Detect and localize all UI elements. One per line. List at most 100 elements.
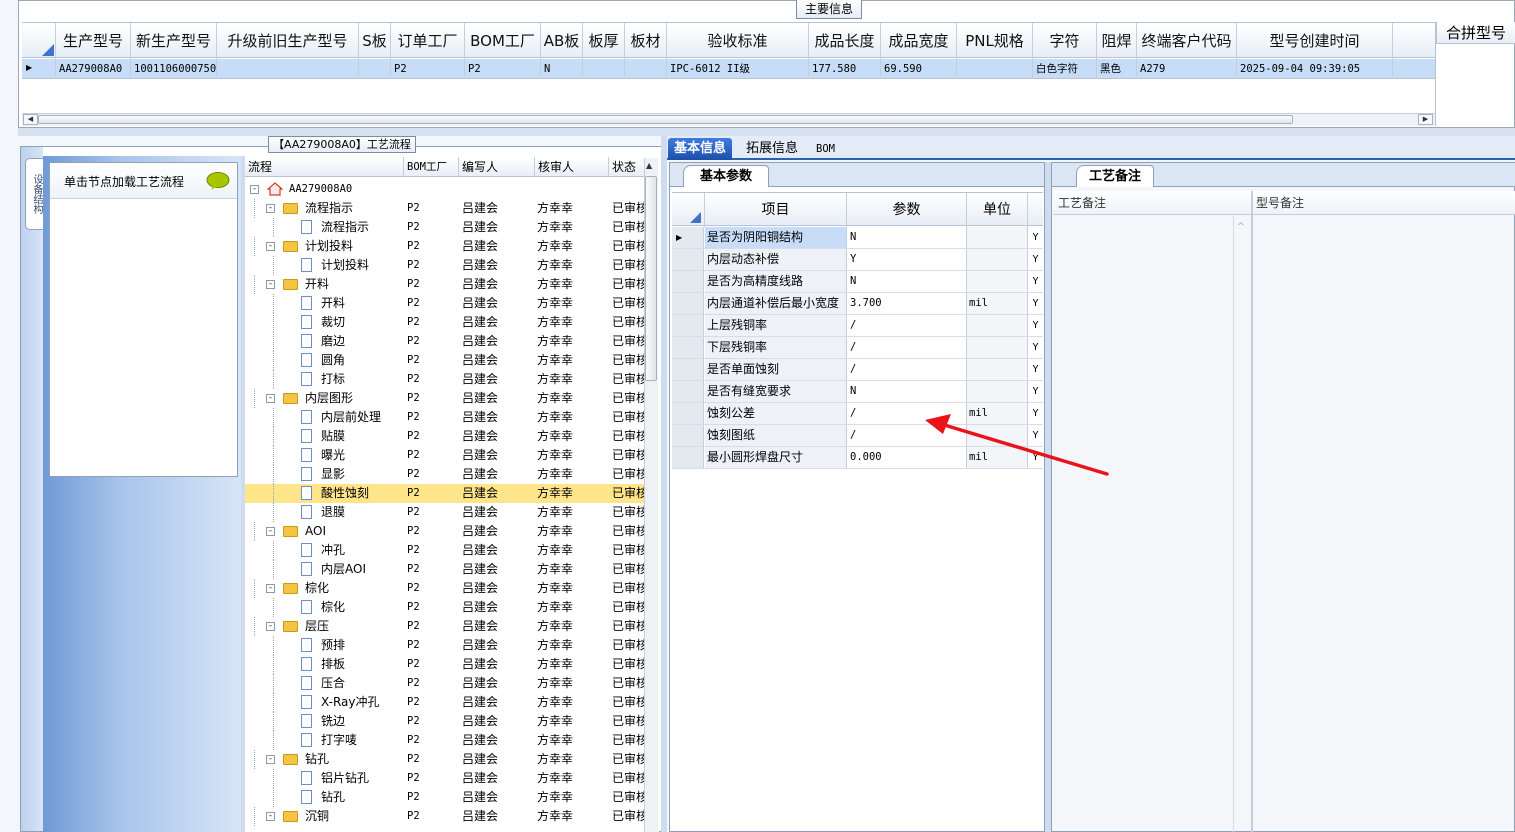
main-info-row[interactable]: ▶ AA279008A0 10011060007506 P2 P2 N IPC-6012 … bbox=[22, 59, 1435, 79]
main-info-col-header[interactable]: 终端客户代码 bbox=[1137, 23, 1237, 59]
main-info-cell[interactable]: AA279008A0 bbox=[56, 59, 131, 79]
scroll-left-button[interactable]: ◀ bbox=[23, 114, 38, 125]
main-info-col-header[interactable]: BOM工厂 bbox=[465, 23, 541, 59]
param-row[interactable]: 内层通道补偿后最小宽度 3.700 mil Y bbox=[672, 293, 1043, 315]
main-info-cell[interactable] bbox=[359, 59, 391, 79]
tree-step-row[interactable]: 内层AOI P2 吕建会 方幸幸 已审核 bbox=[245, 560, 645, 579]
tree-step-row[interactable]: 贴膜 P2 吕建会 方幸幸 已审核 bbox=[245, 427, 645, 446]
collapse-toggle-icon[interactable]: - bbox=[266, 204, 275, 213]
collapse-toggle-icon[interactable]: - bbox=[266, 584, 275, 593]
param-row[interactable]: 下层残铜率 / Y bbox=[672, 337, 1043, 359]
main-info-col-header[interactable]: 生产型号 bbox=[56, 23, 131, 59]
col-param[interactable]: 参数 bbox=[847, 193, 967, 227]
tree-root-row[interactable]: - AA279008A0 bbox=[245, 180, 645, 199]
main-info-col-header[interactable]: 成品长度 bbox=[809, 23, 881, 59]
param-value[interactable]: / bbox=[847, 337, 967, 358]
hscroll-thumb[interactable] bbox=[38, 115, 1293, 124]
main-info-cell[interactable]: 2025-09-04 09:39:05 bbox=[1237, 59, 1393, 79]
main-info-col-header[interactable]: 新生产型号 bbox=[131, 23, 217, 59]
tree-step-row[interactable]: X-Ray冲孔 P2 吕建会 方幸幸 已审核 bbox=[245, 693, 645, 712]
main-info-cell[interactable]: 69.590 bbox=[881, 59, 957, 79]
tree-folder-row[interactable]: - 开料 P2 吕建会 方幸幸 已审核 bbox=[245, 275, 645, 294]
device-structure-tab[interactable]: 设备结构 bbox=[25, 158, 45, 230]
col-flow[interactable]: 流程 bbox=[245, 157, 404, 177]
main-info-cell[interactable] bbox=[217, 59, 359, 79]
tree-folder-row[interactable]: - 计划投料 P2 吕建会 方幸幸 已审核 bbox=[245, 237, 645, 256]
tree-folder-row[interactable]: - 层压 P2 吕建会 方幸幸 已审核 bbox=[245, 617, 645, 636]
collapse-toggle-icon[interactable]: - bbox=[266, 755, 275, 764]
collapse-toggle-icon[interactable]: - bbox=[266, 280, 275, 289]
tree-folder-row[interactable]: - 钻孔 P2 吕建会 方幸幸 已审核 bbox=[245, 750, 645, 769]
main-info-col-header[interactable]: 板材 bbox=[625, 23, 667, 59]
tree-step-row[interactable]: 棕化 P2 吕建会 方幸幸 已审核 bbox=[245, 598, 645, 617]
param-value[interactable]: N bbox=[847, 271, 967, 292]
param-value[interactable]: 3.700 bbox=[847, 293, 967, 314]
param-row[interactable]: 上层残铜率 / Y bbox=[672, 315, 1043, 337]
main-info-cell[interactable]: 10011060007506 bbox=[131, 59, 217, 79]
tree-step-row[interactable]: 预排 P2 吕建会 方幸幸 已审核 bbox=[245, 636, 645, 655]
tree-vscroll-thumb[interactable] bbox=[645, 176, 657, 381]
device-tree-box[interactable] bbox=[49, 162, 238, 477]
main-info-cell[interactable]: 黑色 bbox=[1097, 59, 1137, 79]
middle-vertical-splitter[interactable] bbox=[661, 136, 667, 832]
tab-extended-info[interactable]: 拓展信息 bbox=[740, 138, 804, 160]
tree-step-row[interactable]: 裁切 P2 吕建会 方幸幸 已审核 bbox=[245, 313, 645, 332]
tree-step-row[interactable]: 退膜 P2 吕建会 方幸幸 已审核 bbox=[245, 503, 645, 522]
scroll-up-icon[interactable]: ▲ bbox=[646, 161, 652, 170]
main-info-col-header[interactable]: S板 bbox=[359, 23, 391, 59]
param-row[interactable]: ▶ 是否为阴阳铜结构 N Y bbox=[672, 227, 1043, 249]
param-row[interactable]: 是否单面蚀刻 / Y bbox=[672, 359, 1043, 381]
main-info-cell[interactable]: 白色字符 bbox=[1033, 59, 1097, 79]
tree-step-row[interactable]: 圆角 P2 吕建会 方幸幸 已审核 bbox=[245, 351, 645, 370]
main-info-col-header[interactable]: PNL规格 bbox=[957, 23, 1033, 59]
col-process-note[interactable]: 工艺备注 bbox=[1055, 191, 1106, 215]
chat-bubble-icon[interactable] bbox=[206, 172, 230, 190]
tree-step-row[interactable]: 内层前处理 P2 吕建会 方幸幸 已审核 bbox=[245, 408, 645, 427]
tree-step-row[interactable]: 铣边 P2 吕建会 方幸幸 已审核 bbox=[245, 712, 645, 731]
collapse-toggle-icon[interactable]: - bbox=[250, 185, 259, 194]
main-info-cell[interactable]: IPC-6012 II级 bbox=[667, 59, 809, 79]
main-info-cell[interactable] bbox=[957, 59, 1033, 79]
col-status[interactable]: 状态 bbox=[609, 157, 645, 177]
collapse-toggle-icon[interactable]: - bbox=[266, 527, 275, 536]
main-info-cell[interactable] bbox=[583, 59, 625, 79]
main-info-col-header[interactable]: AB板 bbox=[541, 23, 583, 59]
main-info-cell[interactable]: A279 bbox=[1137, 59, 1237, 79]
main-info-cell[interactable]: N bbox=[541, 59, 583, 79]
tree-step-row[interactable]: 冲孔 P2 吕建会 方幸幸 已审核 bbox=[245, 541, 645, 560]
param-value[interactable]: / bbox=[847, 359, 967, 380]
tree-step-row[interactable]: 开料 P2 吕建会 方幸幸 已审核 bbox=[245, 294, 645, 313]
scroll-right-button[interactable]: ▶ bbox=[1418, 114, 1433, 125]
main-info-cell[interactable]: 177.580 bbox=[809, 59, 881, 79]
param-row[interactable]: 是否为高精度线路 N Y bbox=[672, 271, 1043, 293]
main-info-cell[interactable]: P2 bbox=[391, 59, 465, 79]
tree-folder-row[interactable]: - 沉铜 P2 吕建会 方幸幸 已审核 bbox=[245, 807, 645, 826]
tree-step-row[interactable]: 流程指示 P2 吕建会 方幸幸 已审核 bbox=[245, 218, 645, 237]
param-row[interactable]: 是否有缝宽要求 N Y bbox=[672, 381, 1043, 403]
tab-process-notes[interactable]: 工艺备注 bbox=[1076, 165, 1154, 187]
main-info-col-header[interactable]: 字符 bbox=[1033, 23, 1097, 59]
main-info-col-header[interactable]: 型号创建时间 bbox=[1237, 23, 1393, 59]
col-unit[interactable]: 单位 bbox=[967, 193, 1028, 227]
tree-step-row[interactable]: 曝光 P2 吕建会 方幸幸 已审核 bbox=[245, 446, 645, 465]
main-info-col-header[interactable]: 订单工厂 bbox=[391, 23, 465, 59]
main-info-cell[interactable] bbox=[625, 59, 667, 79]
tree-step-row[interactable]: 计划投料 P2 吕建会 方幸幸 已审核 bbox=[245, 256, 645, 275]
collapse-toggle-icon[interactable]: - bbox=[266, 242, 275, 251]
main-info-col-header[interactable]: 升级前旧生产型号 bbox=[217, 23, 359, 59]
tab-basic-info[interactable]: 基本信息 bbox=[668, 138, 733, 160]
tree-step-row[interactable]: 铝片钻孔 P2 吕建会 方幸幸 已审核 bbox=[245, 769, 645, 788]
merge-model-column-header[interactable]: 合拼型号 bbox=[1436, 22, 1515, 44]
tree-step-row[interactable]: 磨边 P2 吕建会 方幸幸 已审核 bbox=[245, 332, 645, 351]
param-value[interactable]: N bbox=[847, 381, 967, 402]
collapse-toggle-icon[interactable]: - bbox=[266, 394, 275, 403]
tab-bom[interactable]: BOM bbox=[810, 138, 841, 160]
tree-step-row[interactable]: 钻孔 P2 吕建会 方幸幸 已审核 bbox=[245, 788, 645, 807]
tab-basic-params[interactable]: 基本参数 bbox=[683, 165, 769, 187]
col-model-note[interactable]: 型号备注 bbox=[1253, 191, 1304, 215]
tree-step-row[interactable]: 压合 P2 吕建会 方幸幸 已审核 bbox=[245, 674, 645, 693]
col-bom-factory[interactable]: BOM工厂 bbox=[404, 157, 459, 177]
tree-step-row[interactable]: 酸性蚀刻 P2 吕建会 方幸幸 已审核 bbox=[245, 484, 645, 503]
tree-step-row[interactable]: 显影 P2 吕建会 方幸幸 已审核 bbox=[245, 465, 645, 484]
tree-folder-row[interactable]: - 棕化 P2 吕建会 方幸幸 已审核 bbox=[245, 579, 645, 598]
